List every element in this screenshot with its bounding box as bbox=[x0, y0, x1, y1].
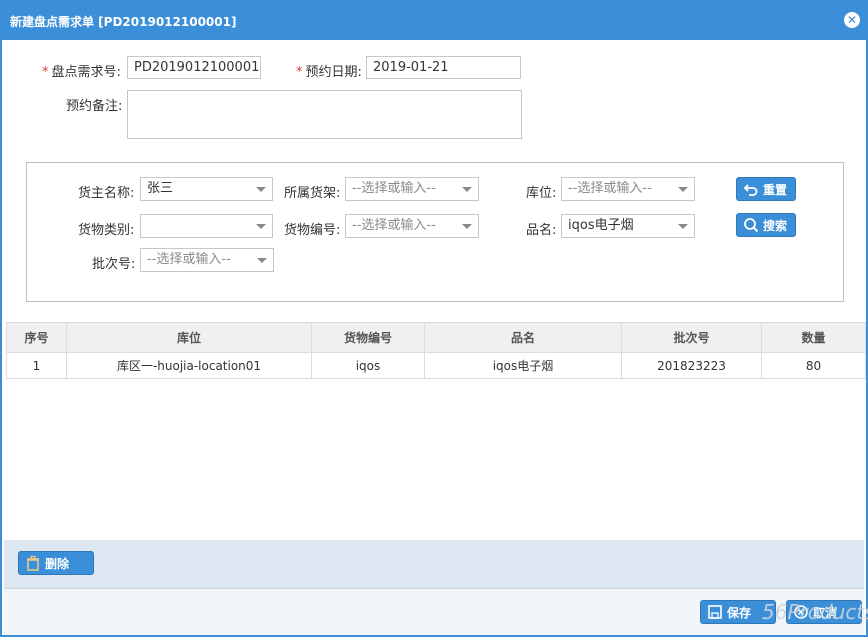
chevron-down-icon bbox=[256, 224, 266, 229]
column-header-goods-no[interactable]: 货物编号 bbox=[311, 322, 425, 353]
goods-no-select[interactable]: --选择或输入-- bbox=[345, 214, 479, 238]
watermark: 56Products bbox=[762, 600, 868, 624]
shelf-select[interactable]: --选择或输入-- bbox=[345, 177, 479, 201]
save-button-label: 保存 bbox=[727, 606, 752, 620]
table-header-row: 序号 库位 货物编号 品名 批次号 数量 bbox=[6, 322, 866, 353]
column-header-batch[interactable]: 批次号 bbox=[621, 322, 762, 353]
batch-select-value: --选择或输入-- bbox=[147, 252, 231, 267]
save-icon bbox=[708, 605, 722, 619]
required-mark: * bbox=[42, 65, 49, 80]
cell-goods-no: iqos bbox=[311, 352, 425, 379]
cell-product: iqos电子烟 bbox=[424, 352, 622, 379]
search-button[interactable]: 搜索 bbox=[736, 213, 796, 237]
location-label: 库位: bbox=[526, 186, 557, 201]
reset-button-label: 重置 bbox=[763, 183, 788, 197]
date-label: * 预约日期: bbox=[296, 61, 362, 80]
shelf-label: 所属货架: bbox=[284, 186, 341, 201]
owner-select-value: 张三 bbox=[147, 181, 174, 196]
owner-select[interactable]: 张三 bbox=[140, 177, 273, 201]
chevron-down-icon bbox=[678, 224, 688, 229]
owner-label: 货主名称: bbox=[78, 186, 135, 201]
dialog-titlebar: 新建盘点需求单 [PD2019012100001] ✕ bbox=[2, 2, 866, 40]
batch-label: 批次号: bbox=[92, 257, 136, 272]
remark-textarea[interactable] bbox=[127, 90, 522, 139]
delete-button[interactable]: 删除 bbox=[18, 551, 94, 575]
column-header-quantity[interactable]: 数量 bbox=[761, 322, 866, 353]
table-row[interactable]: 1 库区一-huojia-location01 iqos iqos电子烟 201… bbox=[6, 352, 866, 379]
chevron-down-icon bbox=[257, 258, 267, 263]
goods-no-label: 货物编号: bbox=[284, 223, 341, 238]
chevron-down-icon bbox=[462, 224, 472, 229]
remark-label: 预约备注: bbox=[66, 99, 123, 114]
column-header-location[interactable]: 库位 bbox=[66, 322, 312, 353]
cell-location: 库区一-huojia-location01 bbox=[66, 352, 312, 379]
category-label: 货物类别: bbox=[78, 223, 135, 238]
search-button-label: 搜索 bbox=[763, 219, 788, 233]
date-label-text: 预约日期: bbox=[305, 65, 362, 80]
order-no-field[interactable]: PD2019012100001 bbox=[127, 56, 261, 79]
column-header-product[interactable]: 品名 bbox=[424, 322, 622, 353]
column-header-index[interactable]: 序号 bbox=[6, 322, 67, 353]
location-select[interactable]: --选择或输入-- bbox=[561, 177, 695, 201]
goods-no-select-value: --选择或输入-- bbox=[352, 218, 436, 233]
table-toolbar: 删除 bbox=[4, 540, 864, 588]
location-select-value: --选择或输入-- bbox=[568, 181, 652, 196]
cell-index: 1 bbox=[6, 352, 67, 379]
order-no-label-text: 盘点需求号: bbox=[51, 65, 121, 80]
close-icon[interactable]: ✕ bbox=[844, 12, 860, 28]
required-mark: * bbox=[296, 65, 303, 80]
date-field[interactable]: 2019-01-21 bbox=[366, 56, 521, 79]
product-select-value: iqos电子烟 bbox=[568, 218, 634, 233]
dialog-footer: 保存 取消 bbox=[4, 588, 864, 635]
product-select[interactable]: iqos电子烟 bbox=[561, 214, 695, 238]
trash-icon bbox=[27, 555, 39, 571]
reset-button[interactable]: 重置 bbox=[736, 177, 796, 201]
undo-icon bbox=[743, 184, 758, 196]
dialog-window: 新建盘点需求单 [PD2019012100001] ✕ * 盘点需求号: PD20… bbox=[0, 0, 868, 637]
delete-button-label: 删除 bbox=[45, 557, 70, 571]
shelf-select-value: --选择或输入-- bbox=[352, 181, 436, 196]
dialog-title: 新建盘点需求单 [PD2019012100001] bbox=[10, 15, 237, 29]
cell-quantity: 80 bbox=[761, 352, 866, 379]
search-icon bbox=[744, 218, 759, 233]
cell-batch: 201823223 bbox=[621, 352, 762, 379]
chevron-down-icon bbox=[256, 187, 266, 192]
batch-select[interactable]: --选择或输入-- bbox=[140, 248, 274, 272]
order-no-label: * 盘点需求号: bbox=[42, 61, 121, 80]
chevron-down-icon bbox=[678, 187, 688, 192]
product-label: 品名: bbox=[526, 223, 557, 238]
inventory-table: 序号 库位 货物编号 品名 批次号 数量 1 库区一-huojia-locati… bbox=[6, 322, 866, 379]
chevron-down-icon bbox=[462, 187, 472, 192]
category-select[interactable] bbox=[140, 214, 273, 238]
